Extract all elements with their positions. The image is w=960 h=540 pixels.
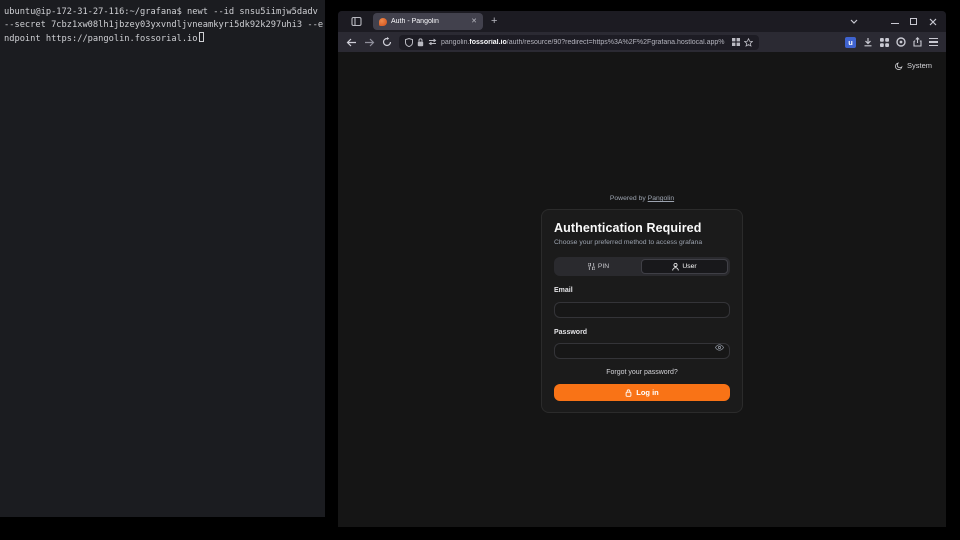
tab-title: Auth - Pangolin [391, 18, 467, 25]
terminal-window[interactable]: ubuntu@ip-172-31-27-116:~/grafana$ newt … [0, 0, 325, 517]
tracking-shield-icon[interactable] [405, 38, 413, 47]
password-field[interactable] [554, 343, 730, 359]
terminal-line: --secret 7cbz1xw08lh1jbzey03yxvndljvneam… [4, 19, 321, 32]
browser-tab-auth-pangolin[interactable]: Auth - Pangolin ✕ [373, 13, 483, 30]
tab-user[interactable]: User [641, 259, 728, 274]
user-icon [672, 263, 679, 271]
list-tabs-chevron-icon[interactable] [849, 17, 859, 27]
powered-by: Powered by Pangolin [541, 195, 743, 202]
tab-pin[interactable]: PIN [556, 259, 641, 274]
tab-close-icon[interactable]: ✕ [471, 18, 477, 25]
auth-card-title: Authentication Required [554, 221, 730, 235]
terminal-line: ndpoint https://pangolin.fossorial.io [4, 32, 321, 46]
firefox-view-icon[interactable] [350, 15, 363, 28]
auth-card: Authentication Required Choose your pref… [541, 209, 743, 413]
privacy-extension-icon[interactable] [896, 37, 906, 47]
email-label: Email [554, 287, 730, 294]
share-icon[interactable] [913, 37, 922, 47]
forward-button-icon[interactable] [364, 38, 375, 47]
theme-toggle[interactable]: System [895, 61, 932, 70]
terminal-line: ubuntu@ip-172-31-27-116:~/grafana$ newt … [4, 6, 321, 19]
auth-card-subtitle: Choose your preferred method to access g… [554, 239, 730, 246]
pangolin-favicon-icon [379, 18, 387, 26]
minimize-button[interactable] [891, 19, 899, 24]
menu-icon[interactable] [929, 38, 938, 46]
pangolin-auth-page: System Powered by Pangolin Authenticatio… [338, 52, 946, 527]
lock-icon [625, 389, 632, 397]
reload-button-icon[interactable] [382, 37, 392, 47]
https-lock-icon[interactable] [417, 38, 424, 47]
switch-arrows-icon[interactable] [428, 38, 437, 46]
downloads-icon[interactable] [863, 37, 873, 47]
browser-nav-toolbar: pangolin.fossorial.io/auth/resource/90?r… [338, 32, 946, 52]
url-bar[interactable]: pangolin.fossorial.io/auth/resource/90?r… [399, 35, 759, 50]
email-field[interactable] [554, 302, 730, 318]
back-button-icon[interactable] [346, 38, 357, 47]
moon-icon [895, 62, 903, 70]
close-window-button[interactable] [928, 17, 938, 27]
pangolin-link[interactable]: Pangolin [648, 195, 674, 202]
theme-toggle-label: System [907, 61, 932, 70]
container-grid-icon[interactable] [732, 38, 740, 46]
login-button[interactable]: Log in [554, 384, 730, 401]
maximize-button[interactable] [910, 18, 917, 25]
browser-tab-bar: Auth - Pangolin ✕ + [338, 11, 946, 32]
bookmark-star-icon[interactable] [744, 38, 753, 47]
new-tab-button[interactable]: + [491, 16, 497, 27]
auth-method-tabs: PIN User [554, 257, 730, 276]
terminal-cursor [199, 32, 204, 42]
extensions-icon[interactable] [880, 38, 889, 47]
browser-window: Auth - Pangolin ✕ + [338, 11, 946, 527]
show-password-eye-icon[interactable] [715, 344, 724, 351]
forgot-password-link[interactable]: Forgot your password? [554, 369, 730, 376]
password-label: Password [554, 329, 730, 336]
url-text: pangolin.fossorial.io/auth/resource/90?r… [441, 39, 728, 46]
keypad-icon [588, 263, 595, 270]
ublock-extension-icon[interactable]: u [845, 37, 856, 48]
